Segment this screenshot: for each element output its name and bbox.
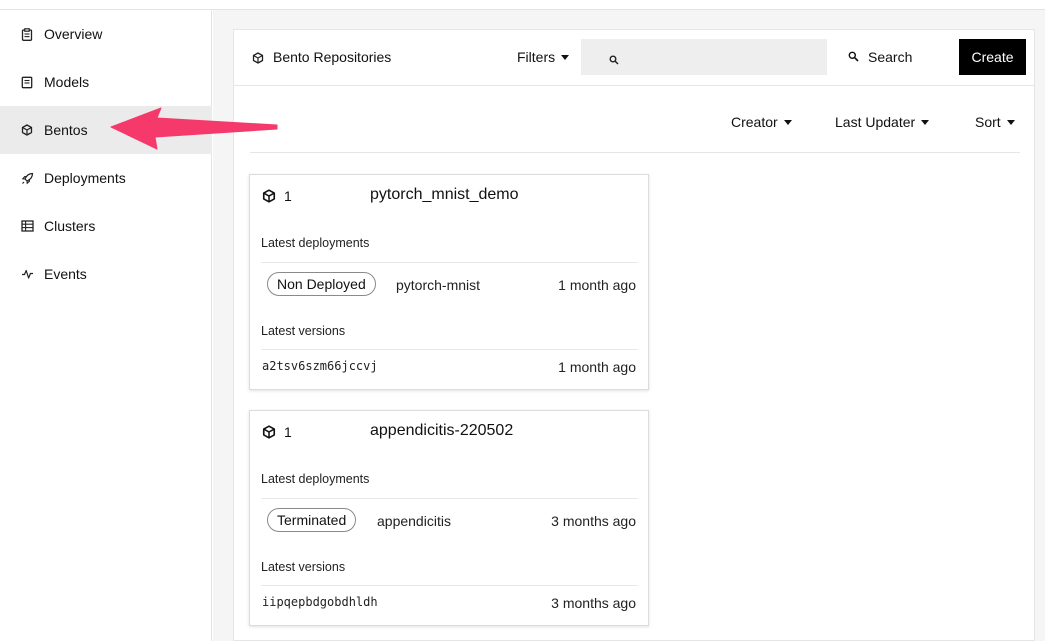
sidebar-item-clusters[interactable]: Clusters [0,202,212,250]
rocket-icon [20,171,34,185]
divider [261,262,638,263]
deployment-time: 1 month ago [558,277,636,293]
latest-versions-label: Latest versions [261,560,346,574]
version-time: 3 months ago [551,595,636,611]
version-time: 1 month ago [558,359,636,375]
sort-dropdown[interactable]: Sort [975,114,1015,130]
version-count: 1 [284,188,292,204]
divider [261,349,638,350]
last-updater-label: Last Updater [835,114,916,130]
caret-down-icon [783,119,792,125]
annotation-arrow-icon [110,107,278,150]
bento-name-link[interactable]: appendicitis-220502 [370,422,513,440]
cube-icon [252,51,264,67]
sort-bar: Creator Last Updater Sort [250,101,1020,153]
sidebar-item-label: Events [44,266,87,282]
latest-deployments-label: Latest deployments [261,472,370,486]
bento-card: 1 appendicitis-220502 Latest deployments… [249,410,649,626]
sidebar-item-events[interactable]: Events [0,250,212,298]
cube-icon [262,189,276,206]
clipboard-icon [20,27,34,41]
sidebar-item-label: Bentos [44,122,88,138]
sidebar-item-label: Overview [44,26,103,42]
sidebar-item-label: Models [44,74,90,90]
caret-down-icon [1006,119,1015,125]
version-count: 1 [284,424,292,440]
create-button[interactable]: Create [959,39,1026,75]
search-button-label: Search [868,49,913,65]
divider [261,498,638,499]
creator-dropdown[interactable]: Creator [731,114,792,130]
search-icon [848,49,859,65]
table-icon [20,219,34,233]
activity-icon [20,267,34,281]
card-header: 1 pytorch_mnist_demo [250,175,648,217]
deployment-name-link[interactable]: pytorch-mnist [396,277,480,293]
caret-down-icon [921,119,930,125]
deployment-name-link[interactable]: appendicitis [377,513,451,529]
latest-deployments-label: Latest deployments [261,236,370,250]
card-header: 1 appendicitis-220502 [250,411,648,453]
bento-card: 1 pytorch_mnist_demo Latest deployments … [249,174,649,390]
sort-label: Sort [975,114,1001,130]
divider [261,585,638,586]
bento-name-link[interactable]: pytorch_mnist_demo [370,186,519,204]
cube-icon [262,425,276,442]
version-id-link[interactable]: a2tsv6szm66jccvj [262,359,378,373]
sidebar-item-overview[interactable]: Overview [0,10,212,58]
sidebar-item-label: Deployments [44,170,126,186]
search-button[interactable]: Search [846,39,914,75]
panel-header: Bento Repositories Filters Search Create [234,30,1034,86]
search-box[interactable] [581,39,827,75]
version-id-link[interactable]: iipqepbdgobdhldh [262,595,378,609]
creator-label: Creator [731,114,778,130]
cube-icon [20,123,34,137]
filters-dropdown[interactable]: Filters [517,49,570,65]
filters-label: Filters [517,49,556,65]
latest-versions-label: Latest versions [261,324,346,338]
search-input[interactable] [625,39,820,75]
deployment-time: 3 months ago [551,513,636,529]
search-icon [609,52,619,68]
box-icon [20,75,34,89]
page-title: Bento Repositories [273,49,392,65]
status-badge: Non Deployed [267,272,376,296]
caret-down-icon [561,54,570,60]
sidebar-item-label: Clusters [44,218,96,234]
last-updater-dropdown[interactable]: Last Updater [835,114,930,130]
sidebar-item-models[interactable]: Models [0,58,212,106]
sidebar-item-deployments[interactable]: Deployments [0,154,212,202]
status-badge: Terminated [267,508,357,532]
